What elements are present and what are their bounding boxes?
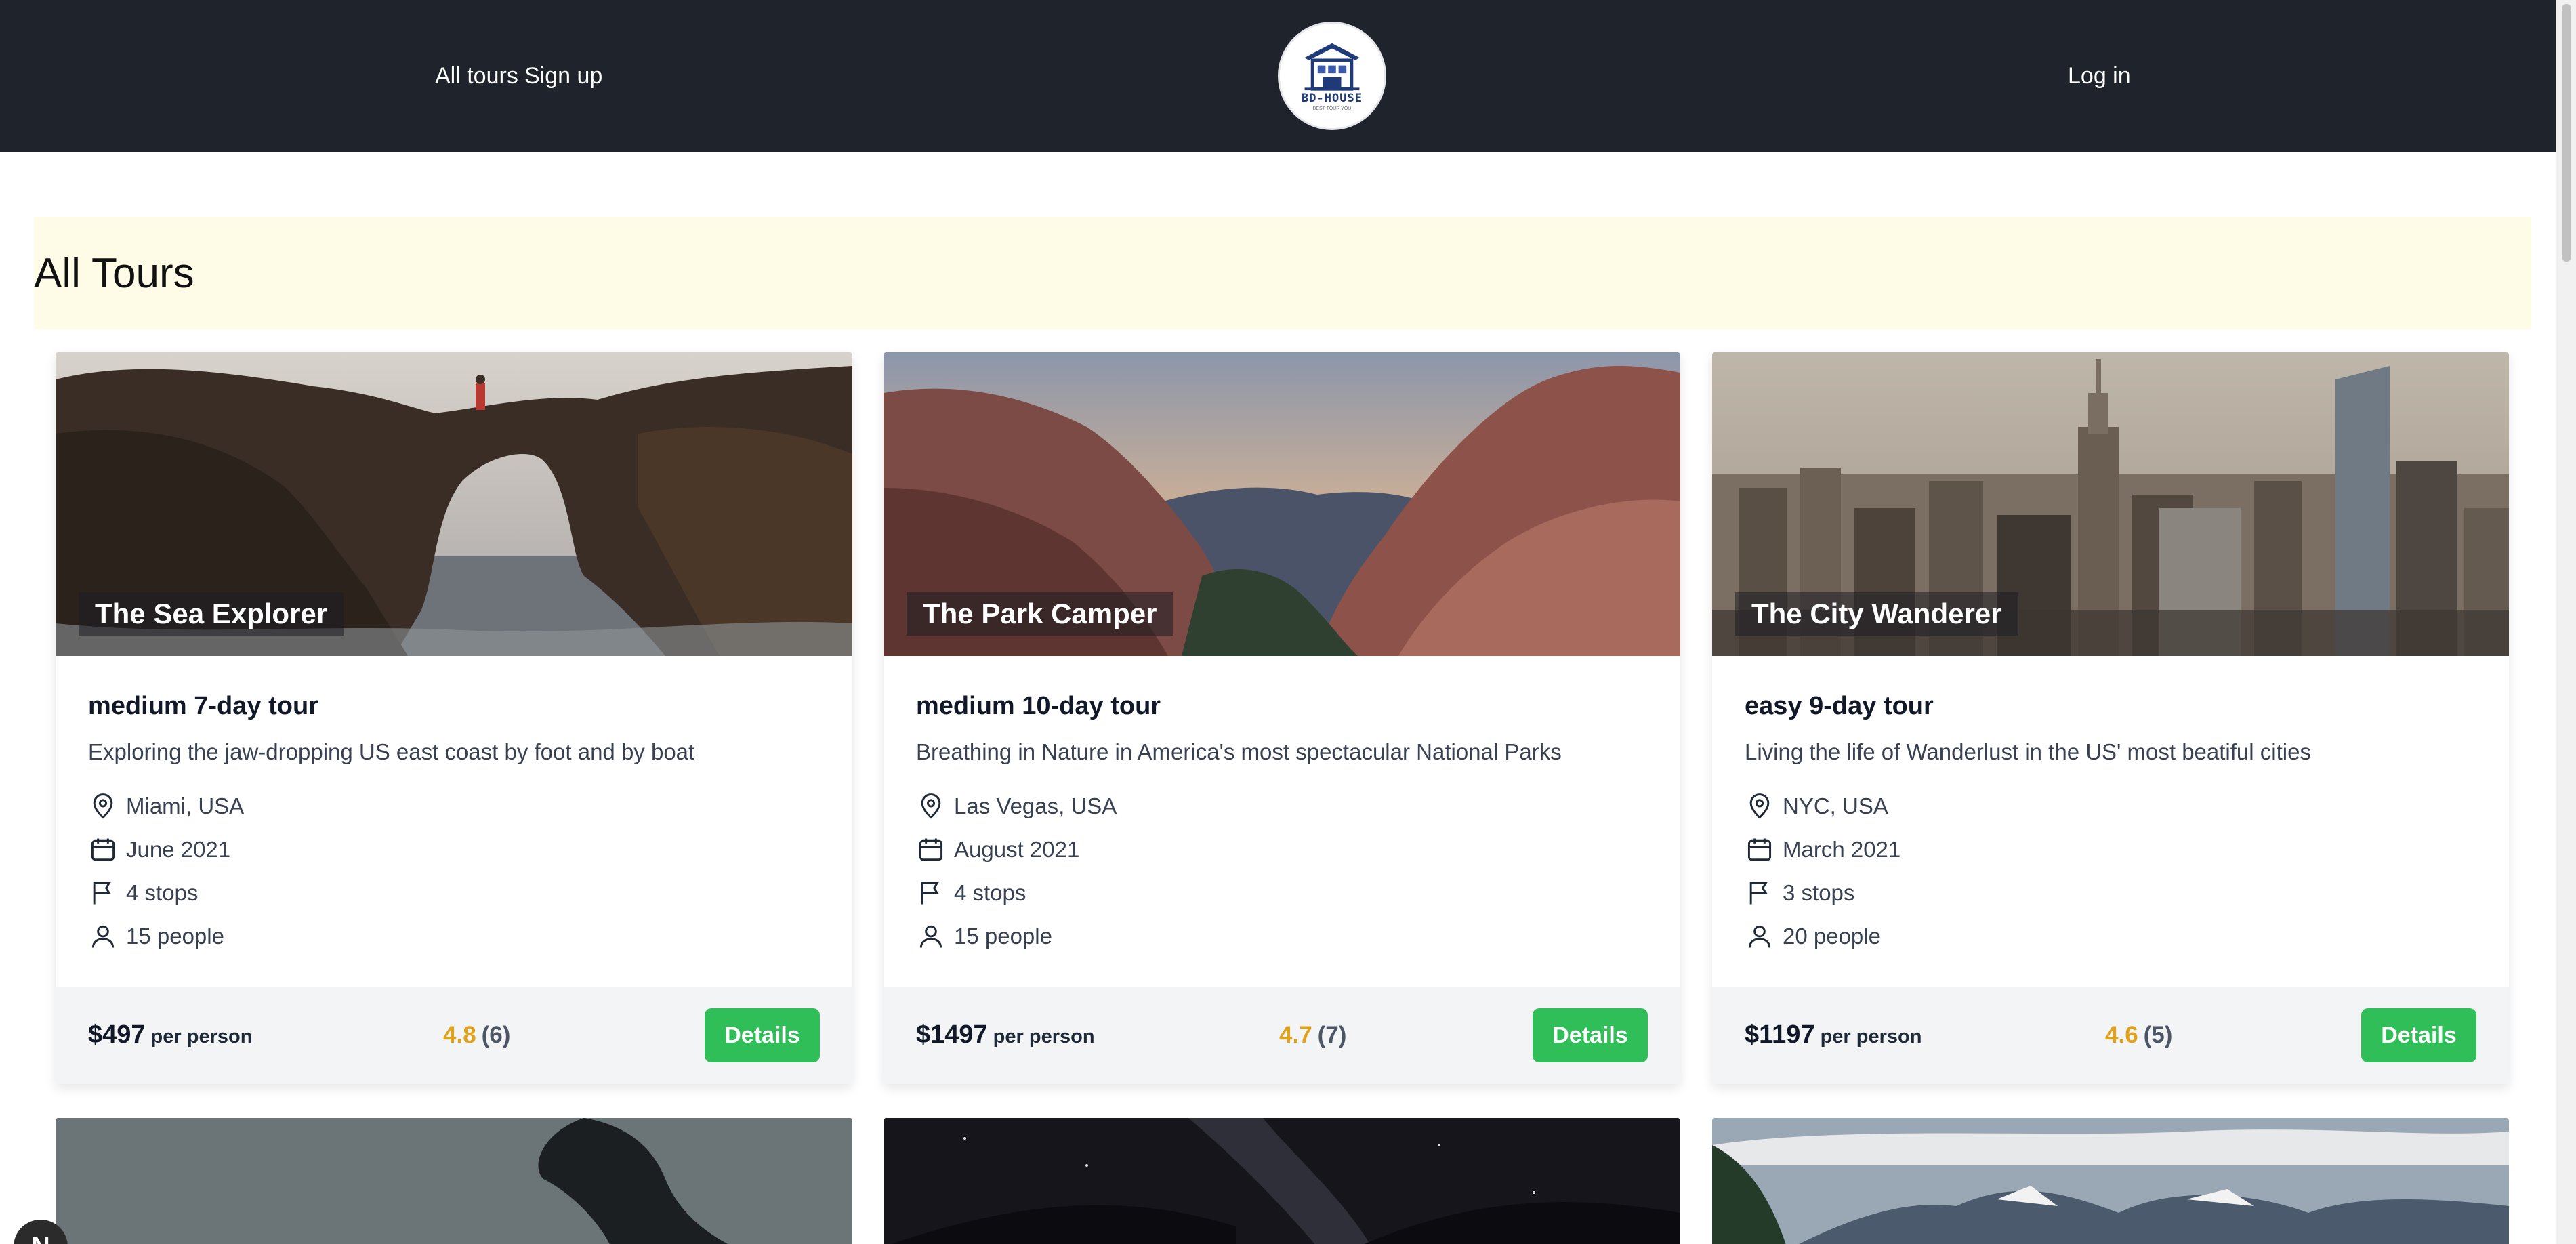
logo-wordmark: BD-HOUSE (1302, 91, 1363, 105)
tour-card-image-partial (884, 1118, 1680, 1244)
tour-price-value: $497 (88, 1020, 146, 1049)
calendar-icon (91, 838, 115, 861)
tour-date-text: August 2021 (954, 837, 1080, 862)
vertical-scrollbar[interactable] (2556, 0, 2576, 1244)
map-pin-icon (921, 793, 941, 819)
tour-rating: 4.8 (6) (443, 1019, 510, 1052)
site-logo[interactable]: BD-HOUSE BEST TOUR YOU (1278, 22, 1386, 130)
tour-people: 15 people (916, 920, 1052, 953)
tour-card-image: The Sea Explorer (56, 352, 852, 656)
tour-rating-value: 4.8 (443, 1022, 476, 1048)
tour-description: Exploring the jaw-dropping US east coast… (88, 739, 695, 764)
tour-rating: 4.7 (7) (1279, 1019, 1346, 1052)
tour-stops-text: 4 stops (954, 880, 1026, 905)
tour-card-footer: $1197 per person 4.6 (5) Details (1712, 987, 2509, 1084)
tour-stops-text: 4 stops (126, 880, 199, 905)
tour-card: The Park Camper medium 10-day tour Breat… (884, 352, 1680, 1084)
tour-card: The Sea Explorer medium 7-day tour Explo… (56, 352, 852, 1084)
tour-price: $497 per person (88, 1018, 252, 1054)
tour-rating-count: (7) (1317, 1022, 1347, 1048)
tour-summary: medium 10-day tour (916, 692, 1161, 720)
tour-location-text: NYC, USA (1783, 793, 1888, 818)
tour-date: August 2021 (916, 833, 1079, 866)
house-logo-icon (1280, 24, 1384, 128)
page: All tours Sign up BD-HOUSE BEST TOUR YOU… (0, 0, 2576, 1244)
scrollbar-thumb[interactable] (2562, 4, 2571, 262)
tour-people: 20 people (1745, 920, 1881, 953)
tour-rating-value: 4.6 (2105, 1022, 2138, 1048)
tour-details-button[interactable]: Details (2361, 1008, 2476, 1062)
tour-location: Miami, USA (88, 790, 244, 823)
tour-details-button[interactable]: Details (705, 1008, 820, 1062)
tour-name-label: The City Wanderer (1735, 592, 2018, 636)
tour-location-text: Las Vegas, USA (954, 793, 1117, 818)
tour-stops: 3 stops (1745, 877, 1854, 909)
page-heading-banner: All Tours (34, 217, 2531, 329)
calendar-icon (919, 838, 943, 861)
tour-location-text: Miami, USA (126, 793, 245, 818)
tour-date: March 2021 (1745, 833, 1900, 866)
tour-details-button[interactable]: Details (1533, 1008, 1648, 1062)
flag-icon (921, 882, 939, 905)
tour-price-unit: per person (150, 1026, 253, 1048)
user-icon (91, 925, 115, 948)
tour-price-unit: per person (1820, 1026, 1922, 1048)
nav-log-in-link[interactable]: Log in (2068, 62, 2131, 89)
tour-summary: medium 7-day tour (88, 692, 318, 720)
tour-stops: 4 stops (88, 877, 198, 909)
tour-description: Living the life of Wanderlust in the US'… (1745, 739, 2311, 764)
tour-card: The City Wanderer easy 9-day tour Living… (1712, 352, 2509, 1084)
page-title: All Tours (34, 250, 194, 297)
calendar-icon (1747, 838, 1772, 861)
flag-icon (1749, 882, 1768, 905)
tour-card-image: The City Wanderer (1712, 352, 2509, 656)
tour-stops: 4 stops (916, 877, 1026, 909)
tour-people: 15 people (88, 920, 224, 953)
tour-price: $1197 per person (1745, 1018, 1921, 1054)
tour-location: Las Vegas, USA (916, 790, 1117, 823)
tour-location: NYC, USA (1745, 790, 1888, 823)
tour-stops-text: 3 stops (1783, 880, 1855, 905)
tour-price: $1497 per person (916, 1018, 1095, 1054)
tour-card-image-partial (1712, 1118, 2509, 1244)
user-icon (1748, 925, 1771, 948)
logo-tagline: BEST TOUR YOU (1312, 106, 1352, 111)
nav-all-tours-link[interactable]: All tours (435, 62, 518, 89)
tour-price-value: $1197 (1745, 1020, 1815, 1049)
top-navigation-bar: All tours Sign up BD-HOUSE BEST TOUR YOU… (0, 0, 2576, 152)
tour-card-image-partial (56, 1118, 852, 1244)
nav-sign-up-link[interactable]: Sign up (524, 62, 602, 89)
tour-price-value: $1497 (916, 1020, 988, 1049)
tour-description: Breathing in Nature in America's most sp… (916, 739, 1562, 764)
tour-people-text: 20 people (1783, 924, 1881, 949)
tour-name-label: The Park Camper (907, 592, 1173, 636)
user-icon (919, 925, 942, 948)
tour-people-text: 15 people (126, 924, 224, 949)
tour-date-text: June 2021 (126, 837, 231, 862)
tour-date: June 2021 (88, 833, 230, 866)
tour-summary: easy 9-day tour (1745, 692, 1934, 720)
tour-people-text: 15 people (954, 924, 1052, 949)
tour-card-image: The Park Camper (884, 352, 1680, 656)
tour-card-footer: $1497 per person 4.7 (7) Details (884, 987, 1680, 1084)
tour-card-footer: $497 per person 4.8 (6) Details (56, 987, 852, 1084)
tour-rating-count: (6) (481, 1022, 511, 1048)
tour-date-text: March 2021 (1783, 837, 1901, 862)
tour-price-unit: per person (993, 1026, 1095, 1048)
flag-icon (93, 882, 111, 905)
tour-rating-count: (5) (2143, 1022, 2173, 1048)
map-pin-icon (93, 793, 113, 819)
tour-rating-value: 4.7 (1279, 1022, 1312, 1048)
map-pin-icon (1749, 793, 1770, 819)
tour-name-label: The Sea Explorer (79, 592, 344, 636)
tour-rating: 4.6 (5) (2105, 1019, 2172, 1052)
